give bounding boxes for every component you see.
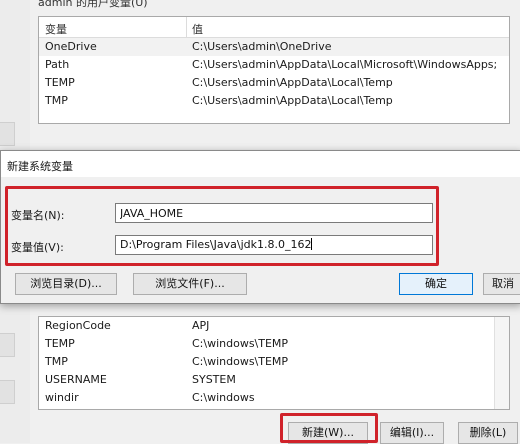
var-value: C:\windows\TEMP xyxy=(192,355,289,368)
var-value: C:\Users\admin\AppData\Local\Microsoft\W… xyxy=(192,58,498,71)
table-row[interactable]: TMP C:\Users\admin\AppData\Local\Temp xyxy=(39,92,509,110)
list-header: 变量 值 xyxy=(39,17,509,38)
var-name: OneDrive xyxy=(45,40,97,53)
left-panel-tab xyxy=(0,380,15,404)
left-panel-tab xyxy=(0,122,15,146)
var-value: C:\windows\TEMP xyxy=(192,337,289,350)
var-name: TEMP xyxy=(45,337,75,350)
var-name: USERNAME xyxy=(45,373,107,386)
dialog-titlebar[interactable]: 新建系统变量 xyxy=(1,151,520,177)
user-vars-group-title: admin 的用户变量(U) xyxy=(38,0,148,9)
var-name: RegionCode xyxy=(45,319,111,332)
new-button-highlight xyxy=(280,413,378,443)
new-system-variable-dialog: 新建系统变量 变量名(N): 变量值(V): D:\Program Files\… xyxy=(0,150,520,304)
table-row[interactable]: TEMP C:\windows\TEMP xyxy=(39,335,509,353)
var-value: SYSTEM xyxy=(192,373,236,386)
column-divider[interactable] xyxy=(186,17,187,37)
table-row[interactable]: USERNAME SYSTEM xyxy=(39,371,509,389)
var-name: Path xyxy=(45,58,70,71)
table-row[interactable]: windir C:\windows xyxy=(39,389,509,407)
table-row[interactable]: TMP C:\windows\TEMP xyxy=(39,353,509,371)
edit-variable-button[interactable]: 编辑(I)... xyxy=(380,422,444,444)
var-name: TMP xyxy=(45,355,68,368)
var-value: APJ xyxy=(192,319,210,332)
cancel-button[interactable]: 取消 xyxy=(483,273,520,295)
var-name: TMP xyxy=(45,94,68,107)
var-value: C:\Users\admin\OneDrive xyxy=(192,40,332,53)
table-row[interactable]: OneDrive C:\Users\admin\OneDrive xyxy=(39,38,509,56)
browse-file-button[interactable]: 浏览文件(F)... xyxy=(133,273,247,295)
var-value: C:\Users\admin\AppData\Local\Temp xyxy=(192,76,393,89)
system-variables-list[interactable]: RegionCode APJ TEMP C:\windows\TEMP TMP … xyxy=(38,316,510,410)
table-row[interactable]: Path C:\Users\admin\AppData\Local\Micros… xyxy=(39,56,509,74)
dialog-title: 新建系统变量 xyxy=(7,160,73,173)
left-panel-tab xyxy=(0,333,15,357)
column-header-variable[interactable]: 变量 xyxy=(45,21,67,37)
browse-directory-button[interactable]: 浏览目录(D)... xyxy=(15,273,117,295)
var-value: C:\windows xyxy=(192,391,255,404)
ok-button[interactable]: 确定 xyxy=(399,273,473,295)
user-variables-list[interactable]: 变量 值 OneDrive C:\Users\admin\OneDrive Pa… xyxy=(38,16,510,124)
delete-variable-button[interactable]: 删除(L) xyxy=(458,422,518,444)
table-row[interactable]: TEMP C:\Users\admin\AppData\Local\Temp xyxy=(39,74,509,92)
var-name: windir xyxy=(45,391,79,404)
column-header-value[interactable]: 值 xyxy=(192,21,203,37)
var-value: C:\Users\admin\AppData\Local\Temp xyxy=(192,94,393,107)
table-row[interactable]: RegionCode APJ xyxy=(39,317,509,335)
var-name: TEMP xyxy=(45,76,75,89)
scrollbar[interactable] xyxy=(494,317,509,409)
input-fields-highlight xyxy=(5,186,439,266)
